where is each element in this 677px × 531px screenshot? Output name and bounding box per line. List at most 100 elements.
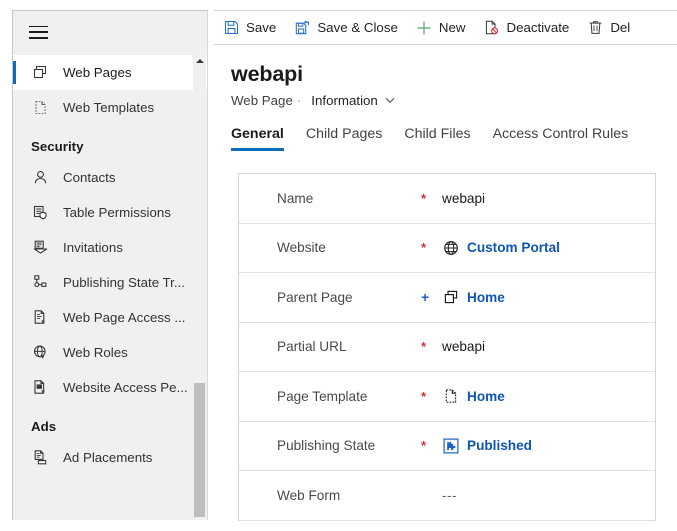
delete-button[interactable]: Del — [578, 11, 639, 44]
field-row-page-template: Page Template * Home — [239, 372, 655, 422]
subtitle-separator: · — [296, 93, 302, 108]
sidebar-item-web-roles[interactable]: Web Roles — [13, 335, 207, 370]
record-header: webapi Web Page · Information — [214, 45, 677, 125]
field-value-text: Custom Portal — [467, 240, 560, 256]
field-value-page-template[interactable]: Home — [442, 388, 505, 405]
sidebar-item-label: Web Page Access ... — [63, 310, 186, 325]
field-value-name[interactable]: webapi — [442, 191, 485, 206]
deactivate-button-label: Deactivate — [506, 20, 570, 35]
tab-child-pages[interactable]: Child Pages — [306, 126, 383, 151]
sidebar-item-invitations[interactable]: Invitations — [13, 230, 207, 265]
save-and-close-button[interactable]: Save & Close — [285, 11, 407, 44]
web-page-access-icon — [31, 309, 49, 327]
sidebar-item-label: Contacts — [63, 170, 116, 185]
record-subtitle: Web Page · Information — [231, 93, 395, 108]
required-marker: * — [421, 339, 427, 355]
field-value-web-form[interactable]: --- — [442, 488, 457, 503]
sidebar-group-ads: Ads — [31, 419, 57, 434]
field-label: Page Template — [277, 388, 368, 404]
entity-name-label: Web Page — [231, 93, 293, 108]
field-label: Publishing State — [277, 438, 376, 454]
field-value-text: Published — [467, 438, 532, 454]
sidebar-item-label: Web Roles — [63, 345, 128, 360]
field-row-publishing-state: Publishing State * Published — [239, 422, 655, 471]
sidebar-item-publishing-state-transition[interactable]: Publishing State Tr... — [13, 265, 207, 300]
table-permissions-icon — [31, 204, 49, 222]
sidebar-item-web-pages[interactable]: Web Pages — [13, 55, 207, 90]
scroll-up-arrow-icon[interactable] — [193, 55, 206, 67]
required-marker: * — [421, 388, 427, 404]
tab-access-control-rules[interactable]: Access Control Rules — [493, 126, 629, 151]
deactivate-icon — [483, 20, 499, 36]
sidebar-item-label: Web Templates — [63, 100, 155, 115]
deactivate-button[interactable]: Deactivate — [474, 11, 578, 44]
field-label: Parent Page — [277, 289, 353, 305]
sidebar-item-label: Invitations — [63, 240, 123, 255]
sidebar-item-label: Web Pages — [63, 65, 132, 80]
sidebar-item-label: Publishing State Tr... — [63, 275, 185, 290]
plus-icon — [416, 20, 432, 36]
field-row-partial-url: Partial URL * webapi — [239, 323, 655, 372]
trash-icon — [587, 20, 603, 36]
contact-person-icon — [31, 169, 49, 187]
sidebar-item-web-templates[interactable]: Web Templates — [13, 90, 207, 125]
sidebar-item-label: Ad Placements — [63, 450, 153, 465]
field-value-text: Home — [467, 388, 505, 404]
field-value-publishing-state[interactable]: Published — [442, 437, 532, 454]
sidebar-item-label: Table Permissions — [63, 205, 171, 220]
form-tab-list: General Child Pages Child Files Access C… — [231, 126, 650, 160]
publishing-state-icon — [442, 437, 459, 454]
required-marker: * — [421, 438, 427, 454]
save-and-close-icon — [294, 20, 310, 36]
required-marker: * — [421, 190, 427, 206]
main-content: Save Save & Close New Deactivate Del web… — [214, 0, 677, 531]
sidebar-item-web-page-access[interactable]: Web Page Access ... — [13, 300, 207, 335]
web-roles-icon — [31, 344, 49, 362]
sidebar-scrollbar[interactable] — [193, 53, 206, 519]
required-marker: * — [421, 240, 427, 256]
sitemap-nav-list: Web Pages Web Templates Security Contact… — [13, 53, 207, 475]
sitemap-sidebar: Web Pages Web Templates Security Contact… — [12, 10, 208, 520]
sidebar-item-table-permissions[interactable]: Table Permissions — [13, 195, 207, 230]
sidebar-item-ad-placements[interactable]: Ad Placements — [13, 440, 207, 475]
sidebar-group-security: Security — [31, 139, 84, 154]
form-selector-label: Information — [311, 93, 378, 108]
field-row-name: Name * webapi — [239, 174, 655, 224]
new-button-label: New — [438, 20, 466, 35]
field-row-website: Website * Custom Portal — [239, 224, 655, 273]
web-templates-icon — [31, 99, 49, 117]
publishing-state-transition-icon — [31, 274, 49, 292]
field-value-website[interactable]: Custom Portal — [442, 239, 560, 256]
tab-child-files[interactable]: Child Files — [404, 126, 470, 151]
field-row-web-form: Web Form --- — [239, 471, 655, 521]
page-title: webapi — [231, 62, 303, 86]
save-button[interactable]: Save — [214, 11, 285, 44]
delete-button-label: Del — [610, 20, 631, 35]
ad-placements-icon — [31, 449, 49, 467]
website-access-permission-icon — [31, 379, 49, 397]
save-icon — [223, 20, 239, 36]
general-tab-form: Name * webapi Website * Custom Portal Pa… — [238, 173, 656, 521]
sidebar-item-label: Website Access Pe... — [63, 380, 188, 395]
chevron-down-icon — [385, 97, 395, 104]
form-selector[interactable]: Information — [311, 93, 395, 108]
command-bar: Save Save & Close New Deactivate Del — [214, 10, 677, 45]
save-and-close-button-label: Save & Close — [317, 20, 398, 35]
web-pages-icon — [31, 64, 49, 82]
globe-icon — [442, 239, 459, 256]
field-label: Name — [277, 190, 314, 206]
field-value-partial-url[interactable]: webapi — [442, 339, 485, 354]
app-window: Web Pages Web Templates Security Contact… — [0, 0, 677, 531]
field-value-parent-page[interactable]: Home — [442, 289, 505, 306]
field-label: Web Form — [277, 487, 341, 503]
scrollbar-thumb[interactable] — [194, 383, 205, 517]
sidebar-item-website-access-permission[interactable]: Website Access Pe... — [13, 370, 207, 405]
field-value-text: Home — [467, 289, 505, 305]
tab-general[interactable]: General — [231, 126, 284, 151]
recommended-marker: + — [421, 289, 430, 306]
invitations-icon — [31, 239, 49, 257]
new-button[interactable]: New — [407, 11, 475, 44]
sidebar-item-contacts[interactable]: Contacts — [13, 160, 207, 195]
web-pages-icon — [442, 289, 459, 306]
hamburger-menu-icon[interactable] — [29, 25, 48, 39]
